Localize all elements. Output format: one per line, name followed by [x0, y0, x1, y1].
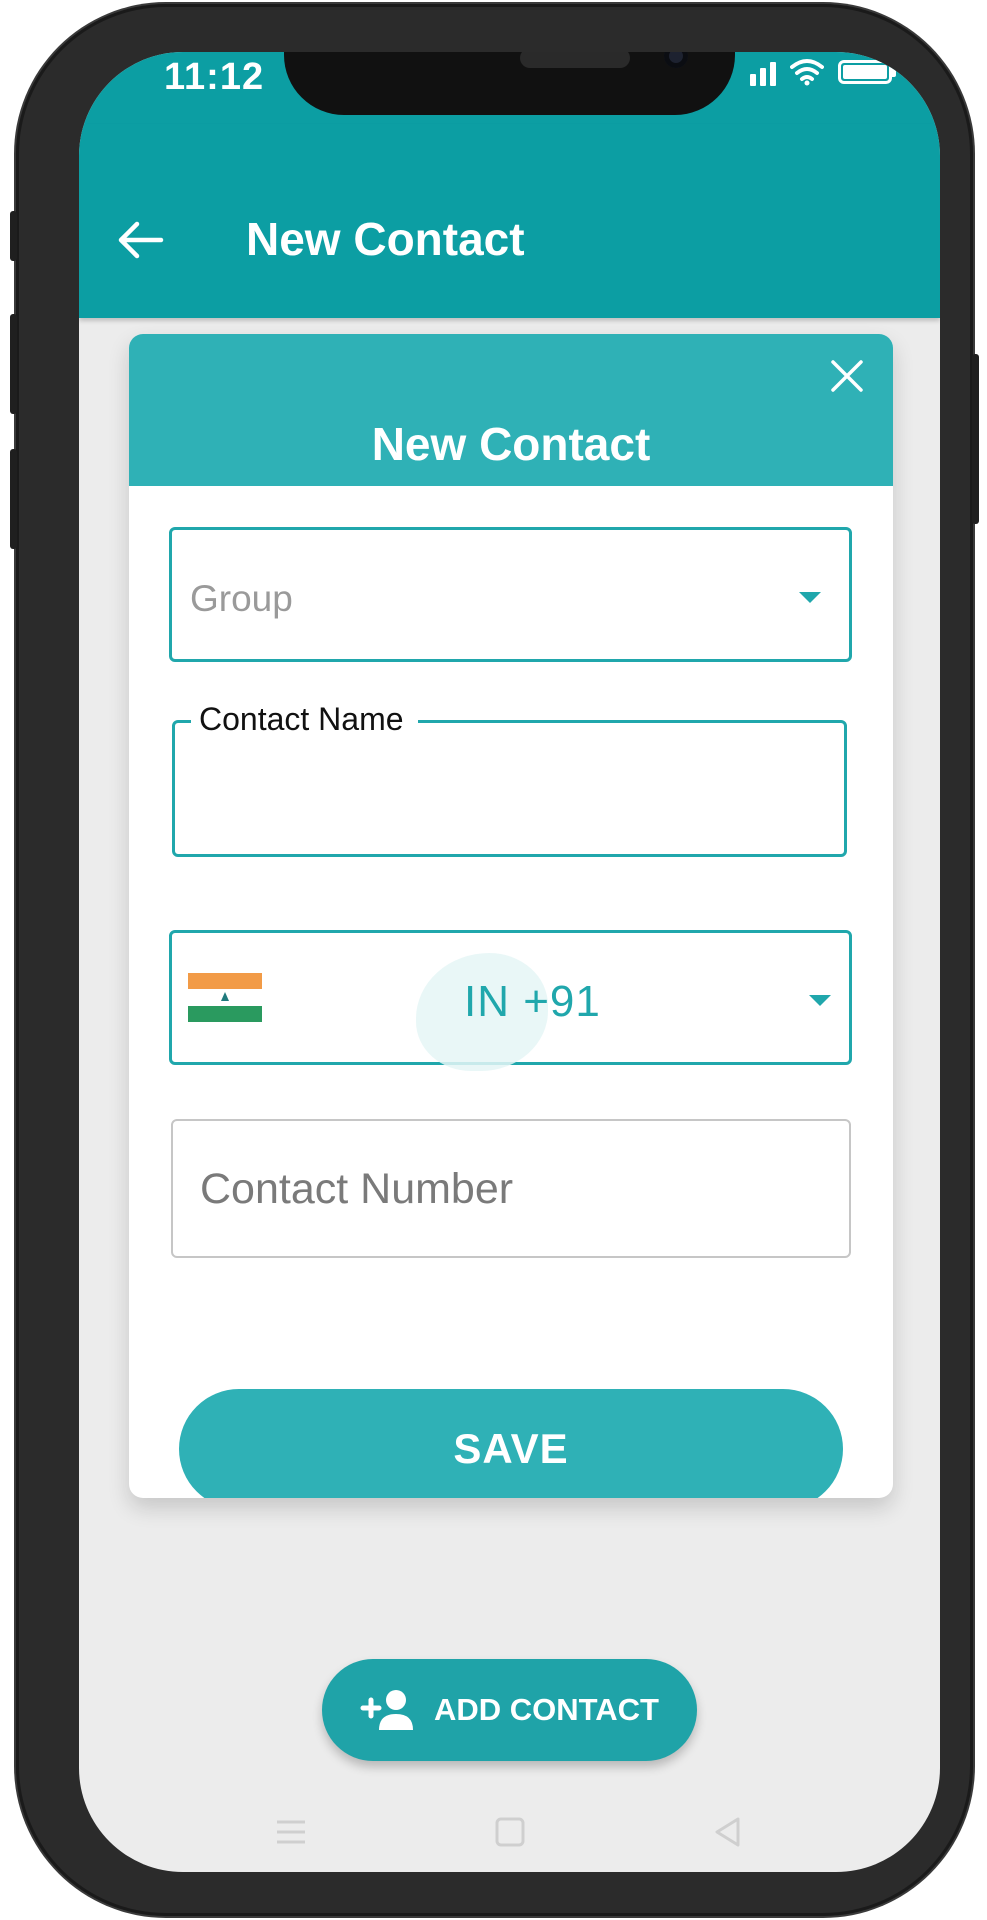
dialog-title: New Contact — [371, 418, 651, 470]
system-nav-bar — [79, 1814, 940, 1872]
save-button[interactable]: SAVE — [179, 1389, 843, 1498]
mute-switch — [10, 211, 17, 261]
status-bar: 11:12 — [79, 52, 940, 124]
add-person-icon — [360, 1690, 413, 1730]
speaker — [520, 52, 630, 68]
home-square-icon[interactable] — [492, 1814, 528, 1850]
phone-frame: 11:12 New Contact New Contact Group Cont… — [10, 4, 979, 1916]
chevron-down-icon — [809, 995, 831, 1006]
contact-name-label: Contact Name — [191, 701, 418, 738]
power-button — [972, 354, 979, 524]
battery-icon — [838, 60, 896, 84]
india-flag-icon — [188, 973, 262, 1022]
add-contact-button[interactable]: ADD CONTACT — [322, 1659, 697, 1761]
back-triangle-icon[interactable] — [710, 1814, 746, 1850]
volume-down-button — [10, 449, 17, 549]
menu-icon[interactable] — [273, 1814, 309, 1850]
screen: 11:12 New Contact New Contact Group Cont… — [79, 52, 940, 1872]
group-select-placeholder: Group — [190, 578, 293, 619]
arrow-left-icon[interactable] — [115, 220, 165, 260]
page-title: New Contact — [246, 213, 525, 265]
contact-number-placeholder: Contact Number — [200, 1165, 514, 1213]
chevron-down-icon — [799, 592, 821, 603]
add-contact-label: ADD CONTACT — [433, 1692, 659, 1727]
status-time: 11:12 — [164, 56, 265, 98]
country-code-value: IN +91 — [464, 977, 601, 1026]
new-contact-dialog: New Contact Group Contact Name IN +91 Co… — [129, 334, 893, 1498]
group-select[interactable]: Group — [169, 527, 852, 662]
status-icons — [750, 58, 896, 86]
dialog-header: New Contact — [129, 334, 893, 486]
front-camera — [664, 52, 688, 68]
wifi-icon — [790, 59, 824, 86]
contact-name-field[interactable]: Contact Name — [172, 701, 847, 857]
close-icon[interactable] — [827, 356, 867, 396]
notch — [284, 52, 735, 115]
signal-icon — [750, 58, 776, 86]
contact-number-field[interactable]: Contact Number — [171, 1119, 851, 1258]
app-bar: New Contact — [79, 124, 940, 318]
country-code-select[interactable]: IN +91 — [169, 930, 852, 1071]
volume-up-button — [10, 314, 17, 414]
